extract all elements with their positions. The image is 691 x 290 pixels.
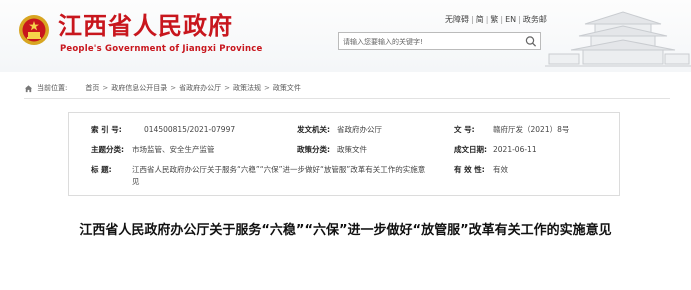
search-icon[interactable] <box>524 35 538 48</box>
breadcrumb-gov-info-catalog[interactable]: 政府信息公开目录 <box>111 83 167 93</box>
separator: | <box>500 15 504 24</box>
breadcrumb-separator: > <box>170 84 177 92</box>
written-date-label: 成文日期: <box>454 145 487 154</box>
accessibility-link[interactable]: 无障碍 <box>445 15 469 24</box>
validity-value: 有效 <box>493 165 508 174</box>
breadcrumb: 当前位置: 首页 > 政府信息公开目录 > 省政府办公厅 > 政策法规 > 政策… <box>24 83 301 93</box>
breadcrumb-label: 当前位置: <box>37 84 68 92</box>
topic-category-value: 市场监管、安全生产监管 <box>132 145 215 154</box>
top-links: 无障碍 | 简 | 繁 | EN | 政务邮 <box>445 14 547 25</box>
breadcrumb-separator: > <box>102 84 109 92</box>
site-subtitle: People's Government of Jiangxi Province <box>60 44 263 54</box>
document-info-table: 索 引 号: 014500815/2021-07997 发文机关: 省政府办公厅… <box>68 112 620 196</box>
english-link[interactable]: EN <box>505 15 516 24</box>
search-box <box>338 32 541 50</box>
title-label: 标 题: <box>91 165 112 174</box>
index-number-label: 索 引 号: <box>91 125 122 134</box>
site-header: 江西省人民政府 People's Government of Jiangxi P… <box>0 0 691 72</box>
search-input[interactable] <box>343 35 519 48</box>
title-value: 江西省人民政府办公厅关于服务“六稳”“六保”进一步做好“放管服”改革有关工作的实… <box>132 165 426 186</box>
issuer-label: 发文机关: <box>297 125 330 134</box>
site-title[interactable]: 江西省人民政府 <box>58 12 233 40</box>
gov-mail-link[interactable]: 政务邮 <box>523 15 547 24</box>
home-icon <box>24 84 33 92</box>
national-emblem-icon <box>19 15 49 45</box>
article-title: 江西省人民政府办公厅关于服务“六稳”“六保”进一步做好“放管服”改革有关工作的实… <box>79 223 612 238</box>
breadcrumb-general-office[interactable]: 省政府办公厅 <box>179 83 221 93</box>
traditional-link[interactable]: 繁 <box>490 15 498 24</box>
document-number-label: 文 号: <box>454 125 475 134</box>
document-number-value: 赣府厅发（2021）8号 <box>493 125 570 134</box>
separator: | <box>485 15 489 24</box>
issuer-value: 省政府办公厅 <box>337 125 382 134</box>
breadcrumb-home[interactable]: 首页 <box>85 83 99 93</box>
separator: | <box>518 15 521 24</box>
validity-label: 有 效 性: <box>454 165 485 174</box>
policy-category-value: 政策文件 <box>337 145 367 154</box>
index-number-value: 014500815/2021-07997 <box>144 125 236 134</box>
policy-category-label: 政策分类: <box>297 145 330 154</box>
breadcrumb-policy-regulations[interactable]: 政策法规 <box>233 83 261 93</box>
tengwang-pavilion-illustration <box>545 11 691 67</box>
breadcrumb-policy-documents[interactable]: 政策文件 <box>273 83 301 93</box>
simplified-link[interactable]: 简 <box>476 15 484 24</box>
topic-category-label: 主题分类: <box>91 145 124 154</box>
breadcrumb-divider <box>24 98 670 99</box>
breadcrumb-separator: > <box>263 84 270 92</box>
separator: | <box>471 15 474 24</box>
written-date-value: 2021-06-11 <box>493 145 537 154</box>
breadcrumb-separator: > <box>224 84 230 92</box>
